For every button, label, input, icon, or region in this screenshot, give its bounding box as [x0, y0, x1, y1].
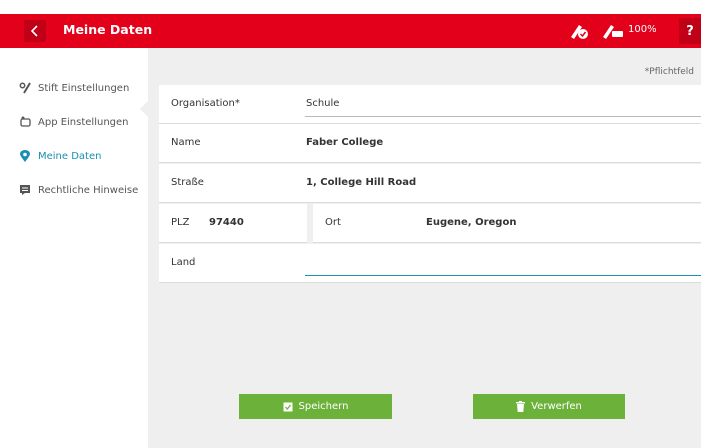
- organisation-label: Organisation*: [171, 98, 240, 109]
- location-pin-icon: [18, 149, 32, 163]
- sidebar-item-rechtliche-hinweise[interactable]: Rechtliche Hinweise: [18, 182, 138, 198]
- pen-battery-icon: [603, 25, 623, 39]
- sidebar-item-stift-einstellungen[interactable]: Stift Einstellungen: [18, 80, 129, 96]
- country-row: Land: [159, 244, 701, 283]
- name-label: Name: [171, 137, 201, 148]
- document-icon: [18, 183, 32, 197]
- name-row: Name Faber College: [159, 124, 701, 163]
- main-panel: *Pflichtfeld Organisation* Schule Name F…: [148, 48, 701, 448]
- city-label: Ort: [325, 217, 341, 228]
- organisation-underline: [305, 116, 701, 117]
- save-button[interactable]: Speichern: [239, 394, 392, 419]
- chevron-left-icon: [30, 25, 38, 37]
- sidebar-item-label: Meine Daten: [38, 150, 102, 162]
- organisation-row: Organisation* Schule: [159, 85, 701, 124]
- organisation-select[interactable]: Schule: [306, 98, 339, 109]
- sidebar-item-label: App Einstellungen: [38, 116, 129, 128]
- pen-settings-icon: [18, 81, 32, 95]
- city-row: Ort Eugene, Oregon: [313, 204, 701, 243]
- plz-field[interactable]: 97440: [209, 217, 244, 228]
- save-icon: [283, 402, 293, 412]
- street-field[interactable]: 1, College Hill Road: [306, 177, 416, 188]
- trash-icon: [516, 401, 526, 412]
- street-row: Straße 1, College Hill Road: [159, 164, 701, 203]
- pen-connected-icon[interactable]: [569, 22, 589, 40]
- country-focus-underline: [305, 274, 701, 276]
- city-field[interactable]: Eugene, Oregon: [426, 217, 516, 228]
- app-settings-icon: [18, 115, 32, 129]
- required-note: *Pflichtfeld: [644, 67, 694, 77]
- sidebar-item-meine-daten[interactable]: Meine Daten: [18, 148, 101, 164]
- sidebar: Stift Einstellungen App Einstellungen Me…: [0, 48, 148, 448]
- page-title: Meine Daten: [63, 22, 153, 37]
- sidebar-item-app-einstellungen[interactable]: App Einstellungen: [18, 114, 129, 130]
- plz-row: PLZ 97440: [159, 204, 307, 243]
- plz-label: PLZ: [171, 217, 190, 228]
- discard-button[interactable]: Verwerfen: [473, 394, 625, 419]
- sidebar-item-label: Rechtliche Hinweise: [38, 184, 139, 196]
- battery-level: 100%: [628, 24, 657, 35]
- name-field[interactable]: Faber College: [306, 137, 383, 148]
- help-button[interactable]: ?: [679, 18, 701, 44]
- save-label: Speichern: [298, 401, 349, 412]
- app-header: Meine Daten 100% ?: [0, 14, 701, 48]
- street-label: Straße: [171, 177, 204, 188]
- discard-label: Verwerfen: [531, 401, 582, 412]
- country-label: Land: [171, 257, 196, 268]
- sidebar-item-label: Stift Einstellungen: [38, 82, 130, 94]
- back-button[interactable]: [24, 20, 46, 42]
